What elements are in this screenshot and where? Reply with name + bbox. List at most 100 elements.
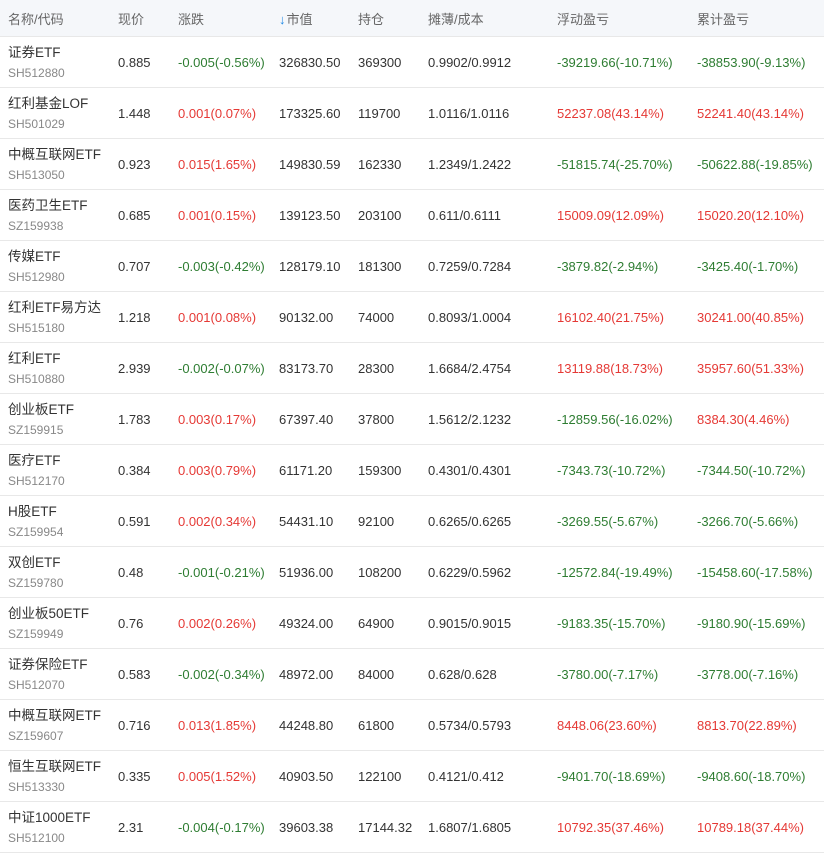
cell-change: 0.003(0.17%) [178, 411, 257, 427]
cell-total-pl: 15020.20(12.10%) [697, 207, 804, 223]
cell-change: 0.001(0.07%) [178, 105, 257, 121]
table-row[interactable]: 中概互联网ETF SH513050 0.923 0.015(1.65%) 149830.… [0, 139, 824, 190]
cell-float-pl: -9401.70(-18.69%) [557, 768, 666, 784]
cell-market-value: 128179.10 [279, 258, 341, 274]
fund-code: SH513050 [8, 167, 65, 182]
table-row[interactable]: H股ETF SZ159954 0.591 0.002(0.34%) 54431.10 92… [0, 496, 824, 547]
holdings-table: 名称/代码 现价 涨跌 ↓市值 持仓 摊薄/成本 浮动盈亏 累计盈亏 证券ETF… [0, 0, 824, 853]
cell-price: 1.218 [118, 309, 151, 325]
cell-position: 84000 [358, 666, 395, 682]
cell-market-value: 40903.50 [279, 768, 334, 784]
cell-cost: 0.4301/0.4301 [428, 462, 512, 478]
header-market-value[interactable]: ↓市值 [270, 9, 349, 28]
fund-name: 双创ETF [8, 554, 61, 570]
cell-total-pl: -3425.40(-1.70%) [697, 258, 799, 274]
sort-desc-icon: ↓ [279, 11, 286, 27]
cell-cost: 0.8093/1.0004 [428, 309, 512, 325]
cell-float-pl: -39219.66(-10.71%) [557, 54, 673, 70]
cell-float-pl: -9183.35(-15.70%) [557, 615, 666, 631]
cell-change: 0.005(1.52%) [178, 768, 257, 784]
table-row[interactable]: 双创ETF SZ159780 0.48 -0.001(-0.21%) 51936.00 1… [0, 547, 824, 598]
fund-code: SH512170 [8, 473, 65, 488]
cell-cost: 0.7259/0.7284 [428, 258, 512, 274]
cell-total-pl: -38853.90(-9.13%) [697, 54, 806, 70]
cell-cost: 0.628/0.628 [428, 666, 497, 682]
table-row[interactable]: 恒生互联网ETF SH513330 0.335 0.005(1.52%) 40903.5… [0, 751, 824, 802]
fund-code: SZ159780 [8, 575, 64, 590]
cell-name-code: 双创ETF SZ159780 [0, 554, 109, 591]
cell-cost: 0.9902/0.9912 [428, 54, 512, 70]
cell-market-value: 326830.50 [279, 54, 341, 70]
cell-float-pl: -3780.00(-7.17%) [557, 666, 659, 682]
fund-code: SH510880 [8, 371, 65, 386]
table-row[interactable]: 医疗ETF SH512170 0.384 0.003(0.79%) 61171.20 15… [0, 445, 824, 496]
fund-name: 恒生互联网ETF [8, 758, 101, 774]
table-header: 名称/代码 现价 涨跌 ↓市值 持仓 摊薄/成本 浮动盈亏 累计盈亏 [0, 0, 824, 37]
table-row[interactable]: 创业板50ETF SZ159949 0.76 0.002(0.26%) 49324.00… [0, 598, 824, 649]
cell-cost: 1.5612/2.1232 [428, 411, 512, 427]
cell-total-pl: 52241.40(43.14%) [697, 105, 804, 121]
cell-market-value: 173325.60 [279, 105, 341, 121]
cell-market-value: 83173.70 [279, 360, 334, 376]
table-row[interactable]: 传媒ETF SH512980 0.707 -0.003(-0.42%) 128179.1… [0, 241, 824, 292]
cell-name-code: 证券ETF SH512880 [0, 44, 109, 81]
table-row[interactable]: 证券ETF SH512880 0.885 -0.005(-0.56%) 326830.5… [0, 37, 824, 88]
cell-price: 0.685 [118, 207, 151, 223]
fund-code: SH512880 [8, 65, 65, 80]
cell-price: 0.48 [118, 564, 144, 580]
table-row[interactable]: 证券保险ETF SH512070 0.583 -0.002(-0.34%) 48972.… [0, 649, 824, 700]
cell-price: 0.76 [118, 615, 144, 631]
cell-total-pl: -50622.88(-19.85%) [697, 156, 813, 172]
header-cost[interactable]: 摊薄/成本 [419, 9, 548, 28]
fund-code: SH501029 [8, 116, 65, 131]
table-row[interactable]: 中概互联网ETF SZ159607 0.716 0.013(1.85%) 44248.8… [0, 700, 824, 751]
cell-change: 0.001(0.08%) [178, 309, 257, 325]
cell-market-value: 90132.00 [279, 309, 334, 325]
cell-price: 0.384 [118, 462, 151, 478]
fund-name: 证券保险ETF [8, 656, 88, 672]
fund-code: SH512070 [8, 677, 65, 692]
cell-float-pl: -12859.56(-16.02%) [557, 411, 673, 427]
cell-cost: 1.6684/2.4754 [428, 360, 512, 376]
cell-price: 0.716 [118, 717, 151, 733]
fund-code: SH515180 [8, 320, 65, 335]
header-float-pl[interactable]: 浮动盈亏 [548, 9, 688, 28]
cell-position: 119700 [358, 105, 401, 121]
cell-position: 92100 [358, 513, 395, 529]
table-row[interactable]: 创业板ETF SZ159915 1.783 0.003(0.17%) 67397.40 3… [0, 394, 824, 445]
cell-position: 17144.32 [358, 819, 413, 835]
cell-cost: 0.4121/0.412 [428, 768, 504, 784]
cell-name-code: 恒生互联网ETF SH513330 [0, 758, 109, 795]
cell-float-pl: -7343.73(-10.72%) [557, 462, 666, 478]
header-price[interactable]: 现价 [109, 9, 169, 28]
cell-change: 0.003(0.79%) [178, 462, 257, 478]
cell-cost: 0.5734/0.5793 [428, 717, 512, 733]
cell-change: -0.005(-0.56%) [178, 54, 265, 70]
header-total-pl[interactable]: 累计盈亏 [688, 9, 824, 28]
cell-name-code: 红利ETF易方达 SH515180 [0, 299, 109, 336]
cell-position: 74000 [358, 309, 395, 325]
table-row[interactable]: 红利ETF SH510880 2.939 -0.002(-0.07%) 83173.70… [0, 343, 824, 394]
table-row[interactable]: 红利ETF易方达 SH515180 1.218 0.001(0.08%) 90132.0… [0, 292, 824, 343]
cell-position: 203100 [358, 207, 402, 223]
cell-market-value: 51936.00 [279, 564, 334, 580]
fund-name: 医药卫生ETF [8, 197, 88, 213]
cell-total-pl: -3778.00(-7.16%) [697, 666, 799, 682]
cell-total-pl: 35957.60(51.33%) [697, 360, 804, 376]
cell-name-code: 创业板ETF SZ159915 [0, 401, 109, 438]
fund-code: SZ159915 [8, 422, 64, 437]
header-name-code[interactable]: 名称/代码 [0, 9, 109, 28]
fund-code: SZ159607 [8, 728, 64, 743]
table-row[interactable]: 红利基金LOF SH501029 1.448 0.001(0.07%) 173325.6… [0, 88, 824, 139]
cell-name-code: 医药卫生ETF SZ159938 [0, 197, 109, 234]
table-row[interactable]: 医药卫生ETF SZ159938 0.685 0.001(0.15%) 139123.5… [0, 190, 824, 241]
cell-position: 108200 [358, 564, 402, 580]
table-row[interactable]: 中证1000ETF SH512100 2.31 -0.004(-0.17%) 39603… [0, 802, 824, 853]
fund-code: SZ159954 [8, 524, 64, 539]
header-change[interactable]: 涨跌 [169, 9, 270, 28]
cell-price: 1.448 [118, 105, 151, 121]
header-position[interactable]: 持仓 [349, 9, 419, 28]
cell-cost: 0.611/0.6111 [428, 207, 502, 223]
cell-price: 0.335 [118, 768, 151, 784]
cell-change: 0.002(0.34%) [178, 513, 257, 529]
